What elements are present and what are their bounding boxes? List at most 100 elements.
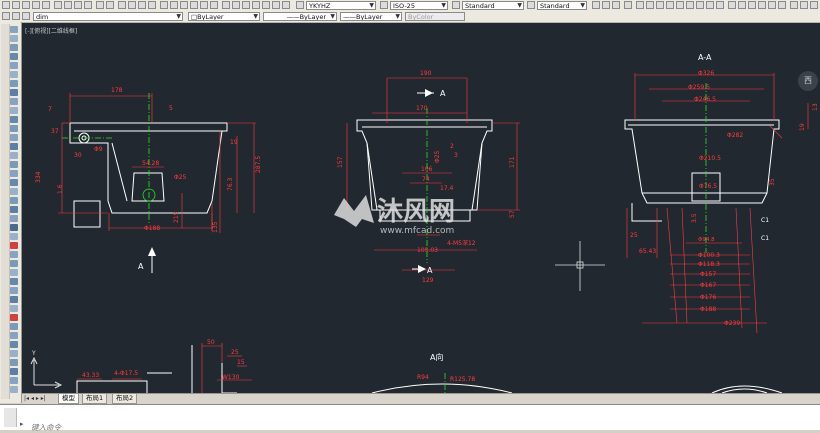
dim-style-combo[interactable]: ISO-25 ▼ (390, 1, 448, 10)
markup-icon[interactable] (200, 1, 208, 9)
tool-n-icon[interactable] (768, 1, 776, 9)
tool-e-icon[interactable] (676, 1, 684, 9)
leader-tool-icon[interactable] (10, 377, 18, 384)
align-icon[interactable] (612, 1, 620, 9)
leader-icon[interactable] (602, 1, 610, 9)
tool-f-icon[interactable] (686, 1, 694, 9)
gradient-icon[interactable] (10, 152, 18, 159)
tool-b-icon[interactable] (646, 1, 654, 9)
tab-model[interactable]: 模型 (58, 394, 79, 404)
tool-palette-icon[interactable] (180, 1, 188, 9)
break-icon[interactable] (10, 287, 18, 294)
sheet-set-icon[interactable] (190, 1, 198, 9)
tool-o-icon[interactable] (778, 1, 786, 9)
spline-icon[interactable] (10, 98, 18, 105)
join-icon[interactable] (10, 296, 18, 303)
multileader-style-combo[interactable]: Standard ▼ (537, 1, 587, 10)
arc-icon[interactable] (10, 71, 18, 78)
trim-icon[interactable] (10, 269, 18, 276)
linetype-combo[interactable]: ——ByLayer ▼ (263, 12, 337, 21)
make-block-icon[interactable] (10, 125, 18, 132)
tool-k-icon[interactable] (738, 1, 746, 9)
tool-l-icon[interactable] (748, 1, 756, 9)
lineweight-combo[interactable]: ——ByLayer ▼ (340, 12, 402, 21)
tab-scroll-arrows[interactable]: |◂ ◂ ▸ ▸| (24, 394, 46, 403)
layer-isolate-icon[interactable] (282, 1, 290, 9)
scale-icon[interactable] (10, 251, 18, 258)
dim-angular-icon[interactable] (10, 368, 18, 375)
dim-diameter-icon[interactable] (10, 359, 18, 366)
tool-j-icon[interactable] (728, 1, 736, 9)
revcloud-icon[interactable] (10, 89, 18, 96)
cut-icon[interactable] (54, 1, 62, 9)
tool-i-icon[interactable] (716, 1, 724, 9)
layer-combo[interactable]: dim ▼ (33, 12, 183, 21)
match-properties-icon[interactable] (84, 1, 92, 9)
stretch-icon[interactable] (10, 260, 18, 267)
workspace-icon[interactable] (624, 1, 632, 9)
move-icon[interactable] (10, 233, 18, 240)
layer-freeze-icon[interactable] (262, 1, 270, 9)
command-input[interactable]: 键入命令 (31, 422, 61, 433)
layer-bulb-icon[interactable] (12, 12, 20, 20)
save-icon[interactable] (22, 1, 30, 9)
ellipse-icon[interactable] (10, 107, 18, 114)
flag-icon[interactable] (592, 1, 600, 9)
mirror-icon[interactable] (10, 206, 18, 213)
dim-aligned-icon[interactable] (10, 341, 18, 348)
new-file-icon[interactable] (2, 1, 10, 9)
chamfer-icon[interactable] (10, 305, 18, 312)
design-center-icon[interactable] (170, 1, 178, 9)
drawing-canvas[interactable]: [-][俯视][二维线框] 西 178 7 5 37 30 Φ9 54.28 Φ… (22, 23, 820, 393)
tool-p-icon[interactable] (790, 1, 798, 9)
line-icon[interactable] (10, 26, 18, 33)
hatch-icon[interactable] (10, 143, 18, 150)
tool-c-icon[interactable] (656, 1, 664, 9)
zoom-realtime-icon[interactable] (128, 1, 136, 9)
copy-icon[interactable] (64, 1, 72, 9)
tool-a-icon[interactable] (636, 1, 644, 9)
tool-g-icon[interactable] (696, 1, 704, 9)
layer-sun-icon[interactable] (22, 12, 30, 20)
tab-layout1[interactable]: 布局1 (82, 394, 108, 404)
array-icon[interactable] (10, 224, 18, 231)
open-file-icon[interactable] (12, 1, 20, 9)
construction-line-icon[interactable] (10, 35, 18, 42)
tool-d-icon[interactable] (666, 1, 674, 9)
offset-icon[interactable] (10, 215, 18, 222)
undo-icon[interactable] (96, 1, 104, 9)
tool-h-icon[interactable] (706, 1, 714, 9)
layer-previous-icon[interactable] (252, 1, 260, 9)
layer-manager-icon[interactable] (2, 12, 10, 20)
calculator-icon[interactable] (210, 1, 218, 9)
pan-icon[interactable] (118, 1, 126, 9)
tool-m-icon[interactable] (758, 1, 766, 9)
text-style-combo[interactable]: YKYHZ ▼ (306, 1, 376, 10)
help-icon[interactable] (222, 1, 230, 9)
mtext-icon[interactable] (10, 179, 18, 186)
rectangle-icon[interactable] (10, 62, 18, 69)
tool-q-icon[interactable] (800, 1, 808, 9)
plot-icon[interactable] (32, 1, 40, 9)
dim-radius-icon[interactable] (10, 350, 18, 357)
table-icon[interactable] (10, 170, 18, 177)
layer-lock-icon[interactable] (272, 1, 280, 9)
explode-icon[interactable] (10, 323, 18, 330)
copy-object-icon[interactable] (10, 197, 18, 204)
polygon-icon[interactable] (10, 53, 18, 60)
color-combo[interactable]: □ByLayer ▼ (188, 12, 260, 21)
command-line-grip[interactable] (4, 408, 17, 427)
zoom-previous-icon[interactable] (148, 1, 156, 9)
fillet-icon[interactable] (10, 314, 18, 321)
point-icon[interactable] (10, 134, 18, 141)
dim-linear-icon[interactable] (10, 332, 18, 339)
region-icon[interactable] (10, 161, 18, 168)
preview-icon[interactable] (42, 1, 50, 9)
properties-icon[interactable] (160, 1, 168, 9)
rotate-icon[interactable] (10, 242, 18, 249)
circle-icon[interactable] (10, 80, 18, 87)
layer-state-icon[interactable] (242, 1, 250, 9)
polyline-icon[interactable] (10, 44, 18, 51)
tolerance-icon[interactable] (10, 386, 18, 393)
layer-properties-icon[interactable] (232, 1, 240, 9)
